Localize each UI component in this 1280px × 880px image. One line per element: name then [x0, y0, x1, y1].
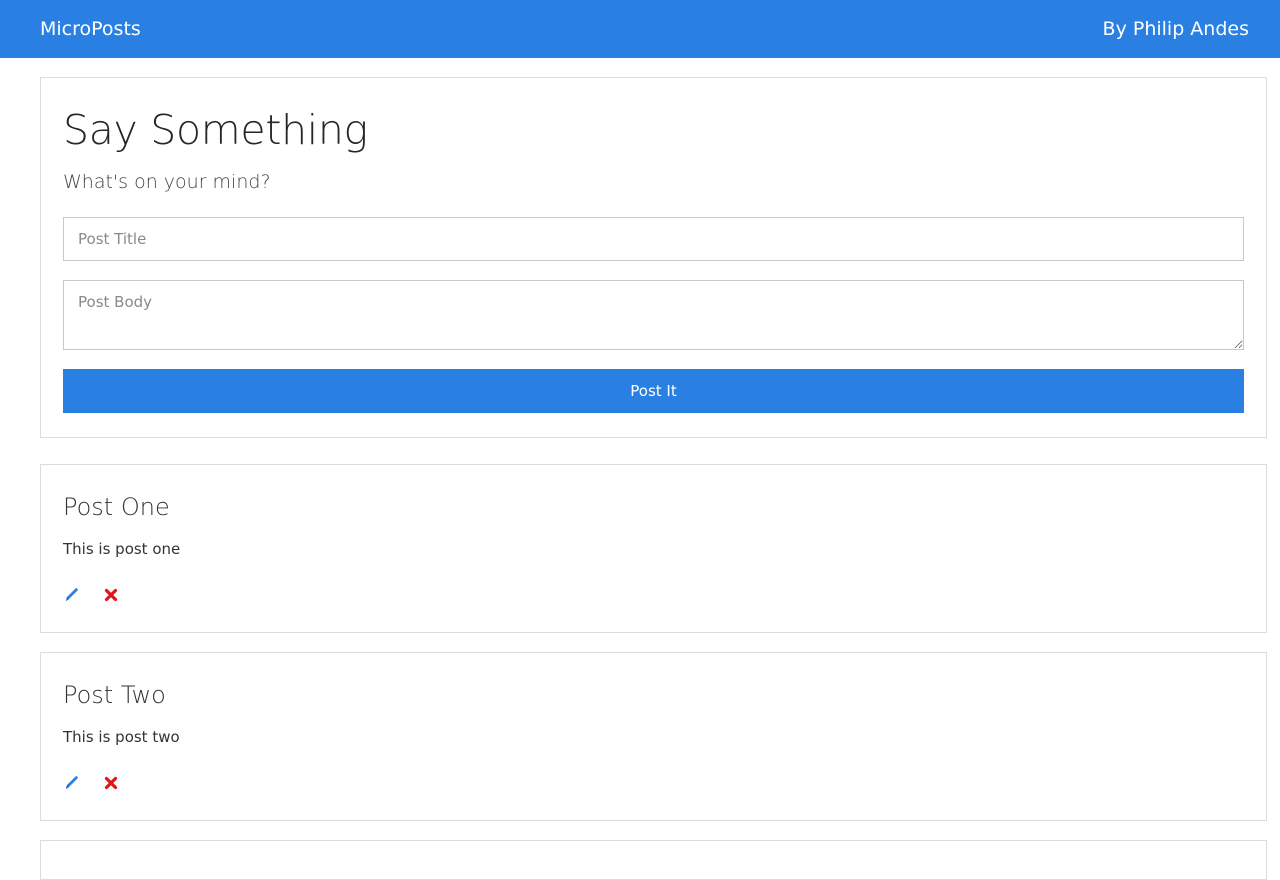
edit-post-button[interactable]: [63, 774, 79, 792]
delete-post-button[interactable]: [103, 774, 119, 792]
remove-icon: [103, 586, 119, 604]
author-link[interactable]: By Philip Andes: [1103, 18, 1249, 40]
post-title: Post One: [63, 493, 170, 521]
delete-post-button[interactable]: [103, 586, 119, 604]
post-card: Post Two This is post two: [40, 652, 1267, 821]
brand-link[interactable]: MicroPosts: [40, 18, 141, 40]
pencil-icon: [63, 774, 79, 792]
post-body: This is post one: [63, 540, 181, 558]
post-body: This is post two: [63, 728, 180, 746]
post-body-input[interactable]: [63, 280, 1244, 350]
navbar: MicroPosts By Philip Andes: [0, 0, 1280, 58]
form-lead: What's on your mind?: [63, 171, 271, 193]
post-card-partial: [40, 840, 1267, 880]
post-form-card: Say Something What's on your mind? Post …: [40, 77, 1267, 438]
edit-post-button[interactable]: [63, 586, 79, 604]
post-title: Post Two: [63, 681, 166, 709]
post-card: Post One This is post one: [40, 464, 1267, 633]
post-title-input[interactable]: [63, 217, 1244, 261]
remove-icon: [103, 774, 119, 792]
form-heading: Say Something: [63, 106, 368, 154]
post-it-button[interactable]: Post It: [63, 369, 1244, 413]
pencil-icon: [63, 586, 79, 604]
